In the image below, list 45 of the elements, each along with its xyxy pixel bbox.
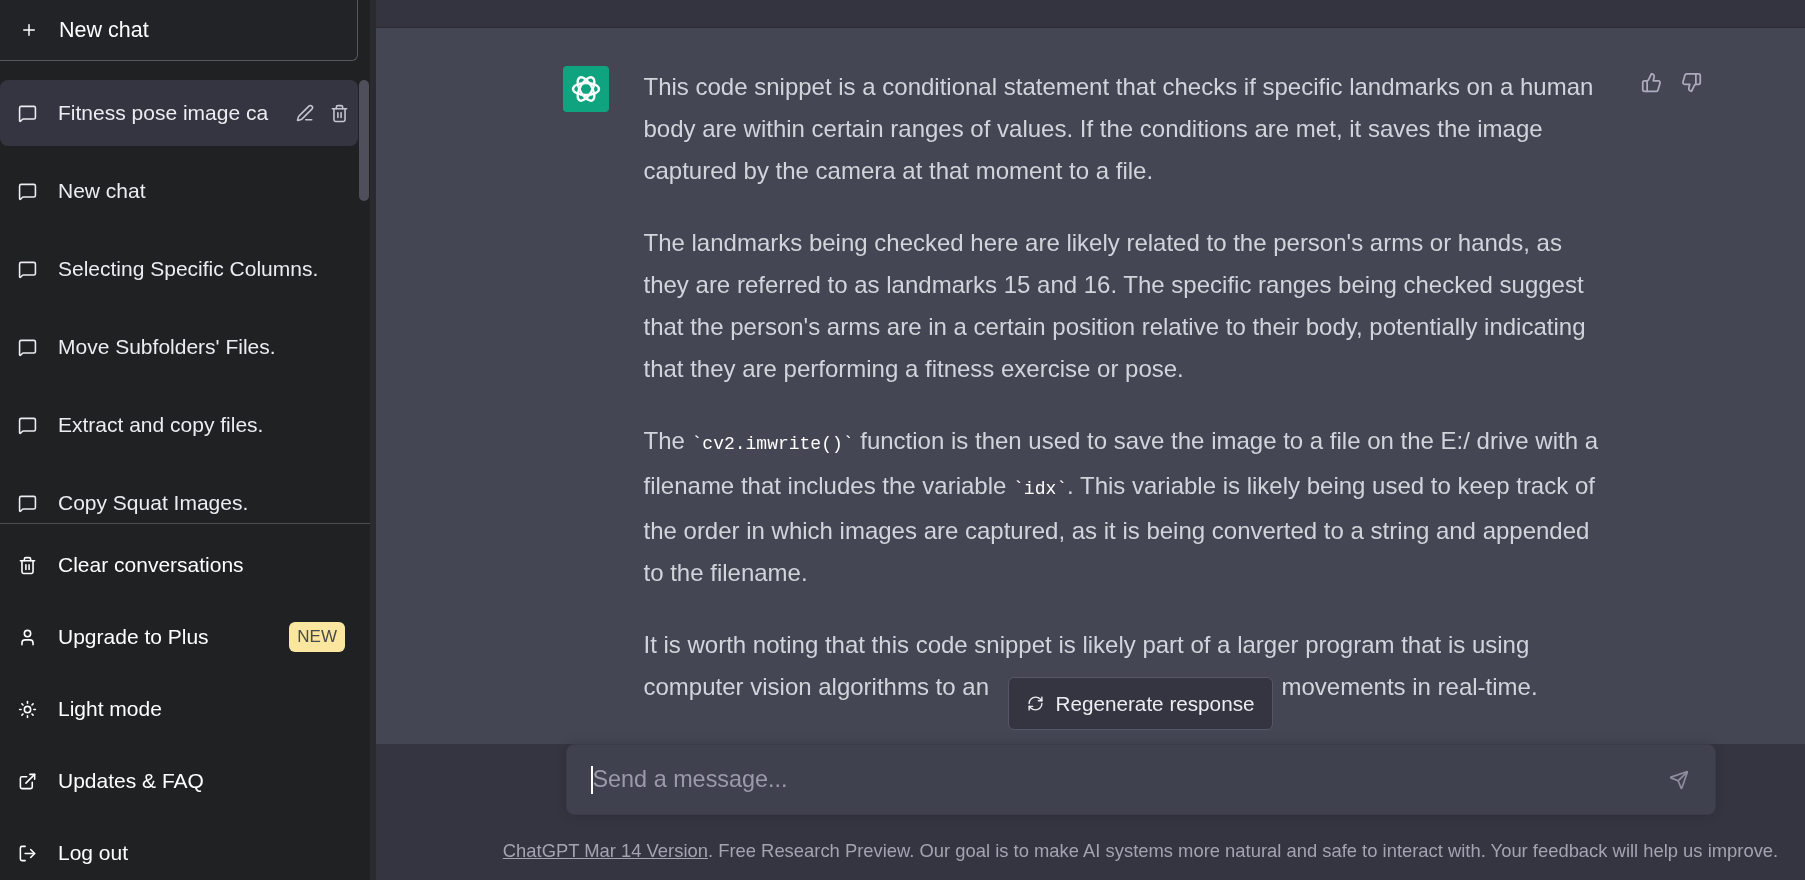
user-icon	[18, 627, 37, 647]
scroll-thumb[interactable]	[359, 80, 369, 201]
chat-bubble-icon	[18, 415, 37, 435]
composer-box[interactable]: Send a message...	[565, 744, 1716, 815]
chat-history-item[interactable]: Fitness pose image ca	[0, 80, 358, 146]
refresh-icon	[1026, 695, 1044, 712]
pencil-icon[interactable]	[296, 104, 314, 122]
trash-icon	[18, 555, 37, 575]
message-paragraph: The landmarks being checked here are likely related to the person's arms or hands, as they are referred to as landmarks 15 and 16. The specific ranges being checked suggest that the person's arms are in a certain position relative to their body, potentially indicating that they are performing a fitness exercise or pose.	[643, 228, 1587, 384]
chat-bubble-icon	[18, 493, 37, 513]
sidebar-menu-item[interactable]: Light mode	[0, 681, 358, 737]
plus-icon	[20, 21, 38, 39]
chat-bubble-icon	[18, 259, 37, 279]
external-link-icon	[18, 771, 37, 791]
message-paragraph: This code snippet is a conditional statement that checks if specific landmarks on a human body are within certain ranges of values. If the conditions are met, it saves the image captured by the camera at that moment to a file.	[643, 72, 1595, 186]
message-text-fragment: computer vision algorithms to an	[643, 672, 989, 702]
sidebar-menu-item[interactable]: Log out	[0, 825, 358, 880]
version-link[interactable]: ChatGPT Mar 14 Version	[502, 840, 708, 861]
chat-bubble-icon	[18, 103, 37, 123]
message-paragraph: The `cv2.imwrite()` function is then used to save the image to a file on the E:/ drive with a filename that includes the variable `idx`. This variable is likely being used to keep track of the order in which images are captured, as it is being converted to a string and appended to the filename.	[643, 426, 1599, 588]
logout-icon	[18, 843, 37, 863]
chat-bubble-icon	[18, 337, 37, 357]
send-icon[interactable]	[1668, 769, 1689, 790]
chat-history-item[interactable]: Selecting Specific Columns.	[0, 236, 358, 302]
sidebar-menu-item[interactable]: Clear conversations	[0, 537, 358, 593]
sidebar-menu-item[interactable]: Upgrade to Plus NEW	[0, 609, 358, 665]
chat-history-item[interactable]: Copy Squat Images.	[0, 470, 358, 523]
new-chat-button[interactable]: New chat	[0, 0, 358, 61]
logo-icon	[562, 66, 609, 112]
thumbs-up-icon[interactable]	[1640, 72, 1662, 93]
sidebar-menu-item[interactable]: Updates & FAQ	[0, 753, 358, 809]
trash-icon[interactable]	[330, 103, 349, 123]
chat-bubble-icon	[18, 181, 37, 201]
regenerate-button[interactable]: Regenerate response	[1007, 677, 1274, 730]
chat-history-item[interactable]: Move Subfolders' Files.	[0, 314, 358, 380]
message-text-fragment: movements in real-time.	[1281, 672, 1538, 702]
message-input[interactable]: Send a message...	[592, 761, 1669, 798]
thumbs-down-icon[interactable]	[1680, 72, 1702, 93]
text-cursor	[590, 765, 593, 794]
chat-history-item[interactable]: New chat	[0, 158, 358, 224]
footer-note: ChatGPT Mar 14 Version. Free Research Preview. Our goal is to make AI systems more natural and safe to interact with. Your feedback will help us improve.	[502, 839, 1779, 863]
message-paragraph: It is worth noting that this code snippet is likely part of a larger program that is using	[643, 630, 1531, 660]
new-badge: NEW	[289, 622, 345, 652]
chat-history-item[interactable]: Extract and copy files.	[0, 392, 358, 458]
sun-icon	[18, 699, 37, 719]
